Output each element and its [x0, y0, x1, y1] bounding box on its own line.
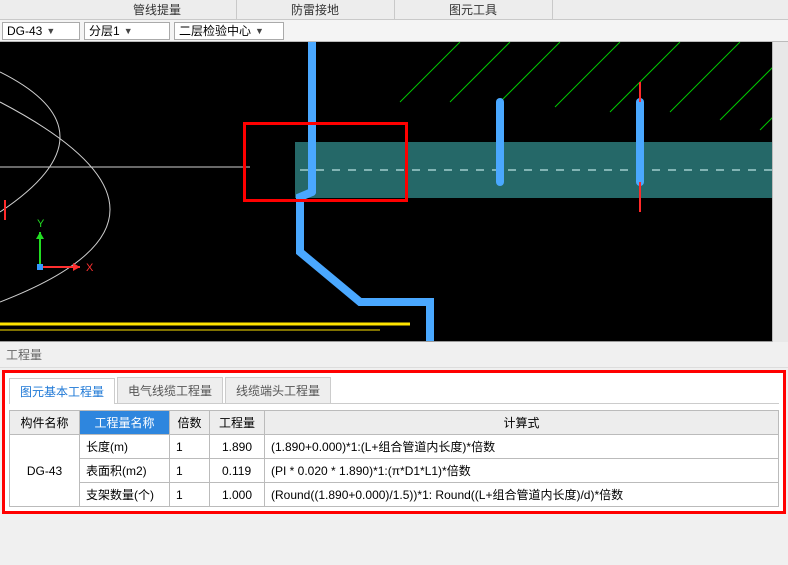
table-row[interactable]: 支架数量(个) 1 1.000 (Round((1.890+0.000)/1.5… — [10, 483, 779, 507]
cell-formula: (1.890+0.000)*1:(L+组合管道内长度)*倍数 — [265, 435, 779, 459]
ribbon-tab[interactable] — [553, 0, 788, 19]
cell-component: DG-43 — [10, 435, 80, 507]
cell-mult: 1 — [170, 435, 210, 459]
panel-title: 工程量 — [0, 342, 788, 368]
ribbon-tab[interactable]: 管线提量 — [79, 0, 237, 19]
table-header-row: 构件名称 工程量名称 倍数 工程量 计算式 — [10, 411, 779, 435]
panel-tabs: 图元基本工程量 电气线缆工程量 线缆端头工程量 — [9, 377, 779, 404]
col-multiplier[interactable]: 倍数 — [170, 411, 210, 435]
view-dropdown-value: 二层检验中心 — [179, 22, 251, 39]
col-formula[interactable]: 计算式 — [265, 411, 779, 435]
quantity-panel: 图元基本工程量 电气线缆工程量 线缆端头工程量 构件名称 工程量名称 倍数 工程… — [2, 370, 786, 514]
col-qty-name[interactable]: 工程量名称 — [80, 411, 170, 435]
cell-name: 支架数量(个) — [80, 483, 170, 507]
component-dropdown-value: DG-43 — [7, 24, 42, 38]
tab-terminal-quantity[interactable]: 线缆端头工程量 — [225, 377, 331, 403]
cell-qty: 1.890 — [210, 435, 265, 459]
vertical-scrollbar[interactable] — [772, 42, 788, 342]
layer-dropdown[interactable]: 分层1 ▼ — [84, 22, 170, 40]
table-row[interactable]: 表面积(m2) 1 0.119 (PI * 0.020 * 1.890)*1:(… — [10, 459, 779, 483]
toolbar: DG-43 ▼ 分层1 ▼ 二层检验中心 ▼ — [0, 20, 788, 42]
svg-text:X: X — [86, 262, 94, 274]
cell-mult: 1 — [170, 483, 210, 507]
svg-text:Y: Y — [37, 218, 45, 230]
cad-viewport[interactable]: X Y — [0, 42, 788, 342]
selection-highlight — [243, 122, 408, 202]
cell-name: 表面积(m2) — [80, 459, 170, 483]
chevron-down-icon: ▼ — [255, 26, 264, 36]
cell-mult: 1 — [170, 459, 210, 483]
col-component[interactable]: 构件名称 — [10, 411, 80, 435]
ribbon-tab[interactable]: 防雷接地 — [237, 0, 395, 19]
cell-qty: 0.119 — [210, 459, 265, 483]
tab-basic-quantity[interactable]: 图元基本工程量 — [9, 378, 115, 404]
ribbon-tab[interactable]: 图元工具 — [395, 0, 553, 19]
cell-formula: (Round((1.890+0.000)/1.5))*1: Round((L+组… — [265, 483, 779, 507]
quantity-table: 构件名称 工程量名称 倍数 工程量 计算式 DG-43 长度(m) 1 1.89… — [9, 410, 779, 507]
tab-cable-quantity[interactable]: 电气线缆工程量 — [117, 377, 223, 403]
cell-formula: (PI * 0.020 * 1.890)*1:(π*D1*L1)*倍数 — [265, 459, 779, 483]
layer-dropdown-value: 分层1 — [89, 22, 120, 39]
view-dropdown[interactable]: 二层检验中心 ▼ — [174, 22, 284, 40]
ribbon-tab[interactable] — [0, 0, 79, 19]
table-row[interactable]: DG-43 长度(m) 1 1.890 (1.890+0.000)*1:(L+组… — [10, 435, 779, 459]
col-qty[interactable]: 工程量 — [210, 411, 265, 435]
cell-name: 长度(m) — [80, 435, 170, 459]
chevron-down-icon: ▼ — [46, 26, 55, 36]
component-dropdown[interactable]: DG-43 ▼ — [2, 22, 80, 40]
cell-qty: 1.000 — [210, 483, 265, 507]
ribbon-tabs: 管线提量 防雷接地 图元工具 — [0, 0, 788, 20]
chevron-down-icon: ▼ — [124, 26, 133, 36]
